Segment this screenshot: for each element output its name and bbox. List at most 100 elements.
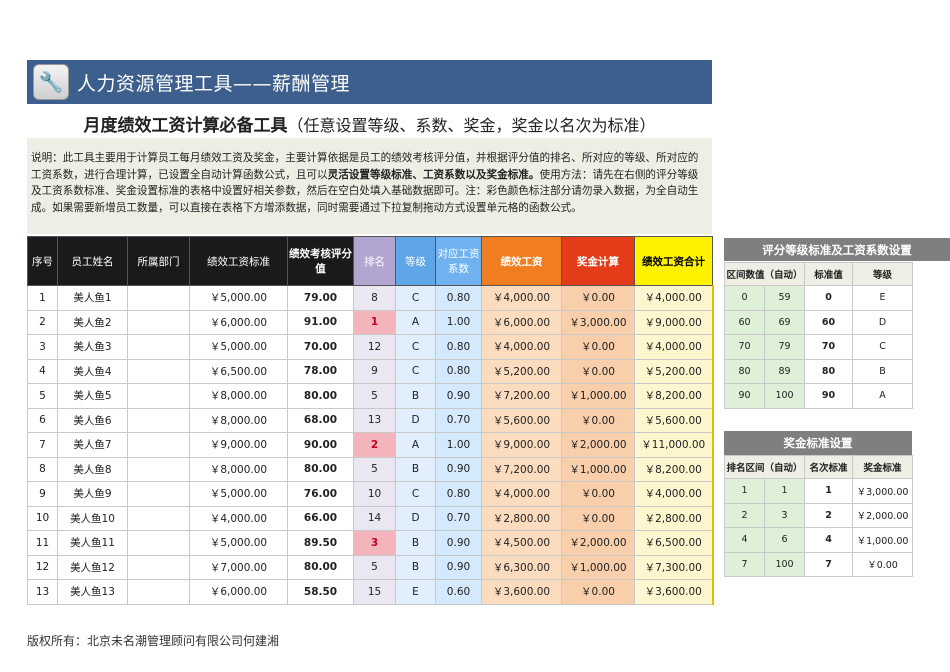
table-row: 7 美人鱼7 ￥9,000.00 90.00 2 A 1.00 ￥9,000.00 ￥2,000… <box>27 432 714 458</box>
grade-range-max: 79 <box>763 334 806 360</box>
cell-name: 美人鱼2 <box>57 309 128 335</box>
cell-dept[interactable] <box>127 358 190 384</box>
cell-total: ￥8,200.00 <box>634 383 714 409</box>
cell-rank: 5 <box>353 456 396 482</box>
header-level: 等级 <box>395 236 436 286</box>
grade-range-max: 89 <box>763 358 806 384</box>
cell-dept[interactable] <box>127 334 190 360</box>
bonus-standard[interactable]: 1 <box>804 478 854 504</box>
table-row: 11 美人鱼11 ￥5,000.00 89.50 3 B 0.90 ￥4,500.00 ￥2,0… <box>27 530 714 556</box>
bonus-value[interactable]: ￥3,000.00 <box>852 478 914 504</box>
cell-name: 美人鱼3 <box>57 334 128 360</box>
cell-level: D <box>395 505 436 531</box>
bonus-range-min: 2 <box>724 502 765 528</box>
cell-standard: ￥5,000.00 <box>189 285 288 311</box>
grade-range-max: 59 <box>763 285 806 311</box>
grade-value[interactable]: E <box>852 285 914 311</box>
cell-name: 美人鱼8 <box>57 456 128 482</box>
bonus-standard[interactable]: 4 <box>804 527 854 553</box>
header-dept: 所属部门 <box>127 236 190 286</box>
cell-rank: 5 <box>353 554 396 580</box>
cell-dept[interactable] <box>127 309 190 335</box>
bonus-value[interactable]: ￥1,000.00 <box>852 527 914 553</box>
cell-index: 9 <box>27 481 58 507</box>
cell-performance-pay: ￥7,200.00 <box>481 383 562 409</box>
cell-dept[interactable] <box>127 285 190 311</box>
cell-bonus: ￥0.00 <box>561 285 635 311</box>
banner-title: 人力资源管理工具——薪酬管理 <box>77 72 351 95</box>
cell-name: 美人鱼11 <box>57 530 128 556</box>
grade-range-min: 90 <box>724 383 765 409</box>
table-row: 1 1 1 ￥3,000.00 <box>724 478 914 504</box>
cell-score: 89.50 <box>287 530 354 556</box>
cell-dept[interactable] <box>127 432 190 458</box>
table-row: 2 美人鱼2 ￥6,000.00 91.00 1 A 1.00 ￥6,000.00 ￥3,000… <box>27 309 714 335</box>
cell-standard: ￥5,000.00 <box>189 530 288 556</box>
salary-table-header: 序号 员工姓名 所属部门 绩效工资标准 绩效考核评分值 排名 等级 对应工资系数… <box>27 236 713 286</box>
cell-score: 79.00 <box>287 285 354 311</box>
bonus-value[interactable]: ￥2,000.00 <box>852 502 914 528</box>
grade-value[interactable]: B <box>852 358 914 384</box>
grade-header-standard: 标准值 <box>804 262 854 286</box>
table-row: 6 美人鱼6 ￥8,000.00 68.00 13 D 0.70 ￥5,600.00 ￥0.00… <box>27 407 714 433</box>
cell-total: ￥5,200.00 <box>634 358 714 384</box>
bonus-header-rank: 名次标准 <box>804 455 854 479</box>
cell-coefficient: 0.90 <box>435 456 482 482</box>
cell-coefficient: 0.80 <box>435 358 482 384</box>
cell-score: 80.00 <box>287 554 354 580</box>
grade-value[interactable]: D <box>852 309 914 335</box>
grade-value[interactable]: A <box>852 383 914 409</box>
cell-score: 80.00 <box>287 383 354 409</box>
cell-dept[interactable] <box>127 579 190 605</box>
cell-index: 10 <box>27 505 58 531</box>
grade-standard[interactable]: 90 <box>804 383 854 409</box>
cell-dept[interactable] <box>127 554 190 580</box>
cell-performance-pay: ￥5,600.00 <box>481 407 562 433</box>
cell-rank: 8 <box>353 285 396 311</box>
cell-bonus: ￥2,000.00 <box>561 432 635 458</box>
cell-bonus: ￥0.00 <box>561 334 635 360</box>
grade-table-header: 区间数值（自动） 标准值 等级 <box>723 262 914 286</box>
table-row: 70 79 70 C <box>724 334 914 360</box>
grade-value[interactable]: C <box>852 334 914 360</box>
cell-bonus: ￥3,000.00 <box>561 309 635 335</box>
cell-index: 1 <box>27 285 58 311</box>
cell-dept[interactable] <box>127 505 190 531</box>
header-index: 序号 <box>27 236 58 286</box>
cell-bonus: ￥0.00 <box>561 505 635 531</box>
subtitle-main: 月度绩效工资计算必备工具 <box>83 116 288 136</box>
table-row: 90 100 90 A <box>724 383 914 409</box>
cell-rank: 13 <box>353 407 396 433</box>
grade-standard[interactable]: 70 <box>804 334 854 360</box>
grade-standard[interactable]: 60 <box>804 309 854 335</box>
cell-dept[interactable] <box>127 530 190 556</box>
bonus-standard[interactable]: 2 <box>804 502 854 528</box>
bonus-standard[interactable]: 7 <box>804 551 854 577</box>
bonus-table-header: 排名区间（自动） 名次标准 奖金标准 <box>723 455 914 479</box>
cell-coefficient: 1.00 <box>435 309 482 335</box>
cell-dept[interactable] <box>127 456 190 482</box>
cell-rank: 3 <box>353 530 396 556</box>
cell-score: 78.00 <box>287 358 354 384</box>
cell-score: 91.00 <box>287 309 354 335</box>
cell-dept[interactable] <box>127 481 190 507</box>
bonus-value[interactable]: ￥0.00 <box>852 551 914 577</box>
grade-range-min: 80 <box>724 358 765 384</box>
cell-bonus: ￥0.00 <box>561 579 635 605</box>
bonus-table: 排名区间（自动） 名次标准 奖金标准 1 1 1 ￥3,000.00 2 3 2 ￥2,000… <box>723 455 914 577</box>
header-performance-pay: 绩效工资 <box>481 236 562 286</box>
cell-index: 12 <box>27 554 58 580</box>
grade-standard[interactable]: 80 <box>804 358 854 384</box>
grade-standard[interactable]: 0 <box>804 285 854 311</box>
cell-total: ￥4,000.00 <box>634 285 714 311</box>
cell-dept[interactable] <box>127 383 190 409</box>
cell-dept[interactable] <box>127 407 190 433</box>
cell-performance-pay: ￥7,200.00 <box>481 456 562 482</box>
cell-standard: ￥9,000.00 <box>189 432 288 458</box>
cell-coefficient: 0.80 <box>435 285 482 311</box>
cell-rank: 14 <box>353 505 396 531</box>
cell-name: 美人鱼7 <box>57 432 128 458</box>
grade-table: 区间数值（自动） 标准值 等级 0 59 0 E 60 69 60 D 70 79 70 C 80 89 8… <box>723 262 914 409</box>
cell-coefficient: 0.80 <box>435 481 482 507</box>
cell-name: 美人鱼6 <box>57 407 128 433</box>
